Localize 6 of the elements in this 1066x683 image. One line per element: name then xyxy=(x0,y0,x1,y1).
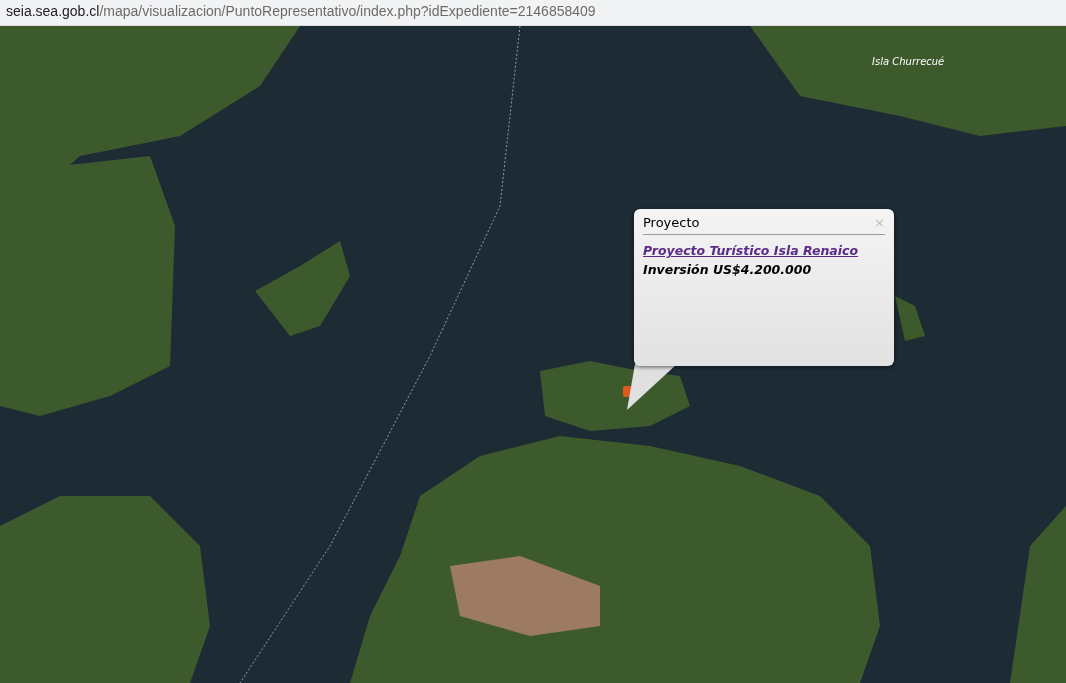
popup-title: Proyecto xyxy=(643,215,700,230)
map-label: Isla Churrecué xyxy=(872,56,945,67)
project-link[interactable]: Proyecto Turístico Isla Renaico xyxy=(643,243,859,258)
popup-tail xyxy=(627,364,677,410)
location-marker[interactable] xyxy=(623,386,631,397)
investment-text: Inversión US$4.200.000 xyxy=(643,262,812,277)
